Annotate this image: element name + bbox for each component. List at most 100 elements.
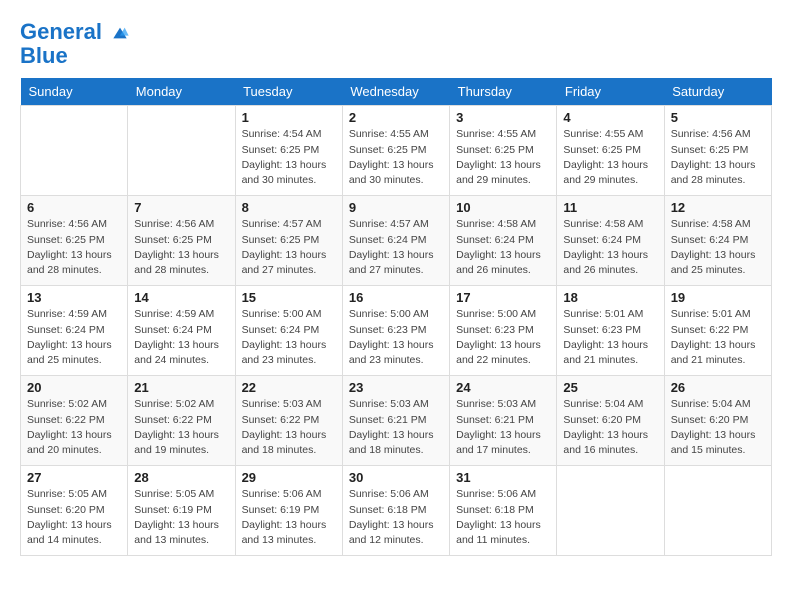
calendar-cell: 19Sunrise: 5:01 AM Sunset: 6:22 PM Dayli…: [664, 286, 771, 376]
calendar-cell: 11 Sunrise: 4:58 AM Sunset: 6:24 PM Dayli…: [557, 196, 664, 286]
day-number: 22: [242, 380, 336, 395]
calendar-cell: 20 Sunrise: 5:02 AM Sunset: 6:22 PM Dayli…: [21, 376, 128, 466]
day-number: 31: [456, 470, 550, 485]
logo-subtext: Blue: [20, 44, 130, 68]
calendar-cell: 27 Sunrise: 5:05 AM Sunset: 6:20 PM Dayli…: [21, 466, 128, 556]
day-info: Sunrise: 4:59 AM Sunset: 6:24 PM Dayligh…: [134, 307, 228, 368]
calendar-cell: 5 Sunrise: 4:56 AM Sunset: 6:25 PM Daylig…: [664, 106, 771, 196]
weekday-header: Tuesday: [235, 78, 342, 106]
calendar-week: 27 Sunrise: 5:05 AM Sunset: 6:20 PM Dayli…: [21, 466, 772, 556]
weekday-header: Wednesday: [342, 78, 449, 106]
logo-text: General: [20, 20, 130, 44]
day-info: Sunrise: 4:59 AM Sunset: 6:24 PM Dayligh…: [27, 307, 121, 368]
calendar-cell: 30Sunrise: 5:06 AM Sunset: 6:18 PM Dayli…: [342, 466, 449, 556]
calendar-cell: 22 Sunrise: 5:03 AM Sunset: 6:22 PM Dayli…: [235, 376, 342, 466]
day-info: Sunrise: 4:56 AM Sunset: 6:25 PM Dayligh…: [671, 127, 765, 188]
day-info: Sunrise: 5:06 AM Sunset: 6:19 PM Dayligh…: [242, 487, 336, 548]
day-info: Sunrise: 5:01 AM Sunset: 6:23 PM Dayligh…: [563, 307, 657, 368]
calendar-header: SundayMondayTuesdayWednesdayThursdayFrid…: [21, 78, 772, 106]
day-number: 13: [27, 290, 121, 305]
day-number: 23: [349, 380, 443, 395]
day-number: 1: [242, 110, 336, 125]
day-number: 3: [456, 110, 550, 125]
day-number: 5: [671, 110, 765, 125]
calendar-cell: 8 Sunrise: 4:57 AM Sunset: 6:25 PM Daylig…: [235, 196, 342, 286]
logo: General Blue: [20, 20, 130, 68]
day-info: Sunrise: 5:03 AM Sunset: 6:22 PM Dayligh…: [242, 397, 336, 458]
day-info: Sunrise: 5:04 AM Sunset: 6:20 PM Dayligh…: [671, 397, 765, 458]
day-number: 10: [456, 200, 550, 215]
day-info: Sunrise: 5:00 AM Sunset: 6:23 PM Dayligh…: [456, 307, 550, 368]
day-info: Sunrise: 5:02 AM Sunset: 6:22 PM Dayligh…: [27, 397, 121, 458]
calendar-cell: 13 Sunrise: 4:59 AM Sunset: 6:24 PM Dayli…: [21, 286, 128, 376]
day-info: Sunrise: 5:06 AM Sunset: 6:18 PM Dayligh…: [456, 487, 550, 548]
day-number: 26: [671, 380, 765, 395]
day-info: Sunrise: 4:55 AM Sunset: 6:25 PM Dayligh…: [563, 127, 657, 188]
day-number: 20: [27, 380, 121, 395]
calendar-cell: 4Sunrise: 4:55 AM Sunset: 6:25 PM Daylig…: [557, 106, 664, 196]
day-number: 8: [242, 200, 336, 215]
calendar-cell: 1 Sunrise: 4:54 AM Sunset: 6:25 PM Daylig…: [235, 106, 342, 196]
calendar-cell: 3 Sunrise: 4:55 AM Sunset: 6:25 PM Daylig…: [450, 106, 557, 196]
day-info: Sunrise: 4:58 AM Sunset: 6:24 PM Dayligh…: [456, 217, 550, 278]
day-number: 12: [671, 200, 765, 215]
day-info: Sunrise: 5:05 AM Sunset: 6:20 PM Dayligh…: [27, 487, 121, 548]
calendar-cell: 18 Sunrise: 5:01 AM Sunset: 6:23 PM Dayli…: [557, 286, 664, 376]
day-number: 17: [456, 290, 550, 305]
day-number: 15: [242, 290, 336, 305]
calendar-cell: 17 Sunrise: 5:00 AM Sunset: 6:23 PM Dayli…: [450, 286, 557, 376]
day-info: Sunrise: 4:57 AM Sunset: 6:25 PM Dayligh…: [242, 217, 336, 278]
day-number: 25: [563, 380, 657, 395]
calendar-cell: 12 Sunrise: 4:58 AM Sunset: 6:24 PM Dayli…: [664, 196, 771, 286]
day-number: 19: [671, 290, 765, 305]
calendar-cell: 7 Sunrise: 4:56 AM Sunset: 6:25 PM Daylig…: [128, 196, 235, 286]
calendar-cell: 25 Sunrise: 5:04 AM Sunset: 6:20 PM Dayli…: [557, 376, 664, 466]
day-info: Sunrise: 5:03 AM Sunset: 6:21 PM Dayligh…: [456, 397, 550, 458]
calendar-cell: 24 Sunrise: 5:03 AM Sunset: 6:21 PM Dayli…: [450, 376, 557, 466]
calendar-week: 13 Sunrise: 4:59 AM Sunset: 6:24 PM Dayli…: [21, 286, 772, 376]
day-number: 24: [456, 380, 550, 395]
day-info: Sunrise: 5:04 AM Sunset: 6:20 PM Dayligh…: [563, 397, 657, 458]
calendar-cell: [21, 106, 128, 196]
calendar-cell: 26 Sunrise: 5:04 AM Sunset: 6:20 PM Dayli…: [664, 376, 771, 466]
day-info: Sunrise: 5:00 AM Sunset: 6:24 PM Dayligh…: [242, 307, 336, 368]
weekday-header: Friday: [557, 78, 664, 106]
day-number: 29: [242, 470, 336, 485]
day-info: Sunrise: 5:06 AM Sunset: 6:18 PM Dayligh…: [349, 487, 443, 548]
calendar-cell: [664, 466, 771, 556]
calendar-cell: [557, 466, 664, 556]
day-info: Sunrise: 4:58 AM Sunset: 6:24 PM Dayligh…: [563, 217, 657, 278]
calendar-cell: 6Sunrise: 4:56 AM Sunset: 6:25 PM Daylig…: [21, 196, 128, 286]
calendar-cell: 10 Sunrise: 4:58 AM Sunset: 6:24 PM Dayli…: [450, 196, 557, 286]
day-number: 2: [349, 110, 443, 125]
calendar-cell: 21Sunrise: 5:02 AM Sunset: 6:22 PM Dayli…: [128, 376, 235, 466]
day-info: Sunrise: 4:55 AM Sunset: 6:25 PM Dayligh…: [456, 127, 550, 188]
day-info: Sunrise: 5:03 AM Sunset: 6:21 PM Dayligh…: [349, 397, 443, 458]
calendar-cell: 31 Sunrise: 5:06 AM Sunset: 6:18 PM Dayli…: [450, 466, 557, 556]
calendar-cell: 16Sunrise: 5:00 AM Sunset: 6:23 PM Dayli…: [342, 286, 449, 376]
day-number: 27: [27, 470, 121, 485]
day-number: 11: [563, 200, 657, 215]
day-number: 9: [349, 200, 443, 215]
weekday-header: Sunday: [21, 78, 128, 106]
day-number: 14: [134, 290, 228, 305]
day-number: 7: [134, 200, 228, 215]
calendar-cell: 28Sunrise: 5:05 AM Sunset: 6:19 PM Dayli…: [128, 466, 235, 556]
day-info: Sunrise: 5:02 AM Sunset: 6:22 PM Dayligh…: [134, 397, 228, 458]
page-header: General Blue: [20, 20, 772, 68]
calendar-cell: 14 Sunrise: 4:59 AM Sunset: 6:24 PM Dayli…: [128, 286, 235, 376]
day-info: Sunrise: 4:57 AM Sunset: 6:24 PM Dayligh…: [349, 217, 443, 278]
calendar-cell: 29 Sunrise: 5:06 AM Sunset: 6:19 PM Dayli…: [235, 466, 342, 556]
day-info: Sunrise: 4:56 AM Sunset: 6:25 PM Dayligh…: [134, 217, 228, 278]
day-info: Sunrise: 4:54 AM Sunset: 6:25 PM Dayligh…: [242, 127, 336, 188]
weekday-header: Monday: [128, 78, 235, 106]
day-number: 18: [563, 290, 657, 305]
calendar-cell: 2Sunrise: 4:55 AM Sunset: 6:25 PM Daylig…: [342, 106, 449, 196]
calendar-week: 20 Sunrise: 5:02 AM Sunset: 6:22 PM Dayli…: [21, 376, 772, 466]
day-info: Sunrise: 4:58 AM Sunset: 6:24 PM Dayligh…: [671, 217, 765, 278]
day-info: Sunrise: 4:56 AM Sunset: 6:25 PM Dayligh…: [27, 217, 121, 278]
calendar-week: 6Sunrise: 4:56 AM Sunset: 6:25 PM Daylig…: [21, 196, 772, 286]
calendar-cell: [128, 106, 235, 196]
calendar-table: SundayMondayTuesdayWednesdayThursdayFrid…: [20, 78, 772, 556]
day-info: Sunrise: 5:00 AM Sunset: 6:23 PM Dayligh…: [349, 307, 443, 368]
